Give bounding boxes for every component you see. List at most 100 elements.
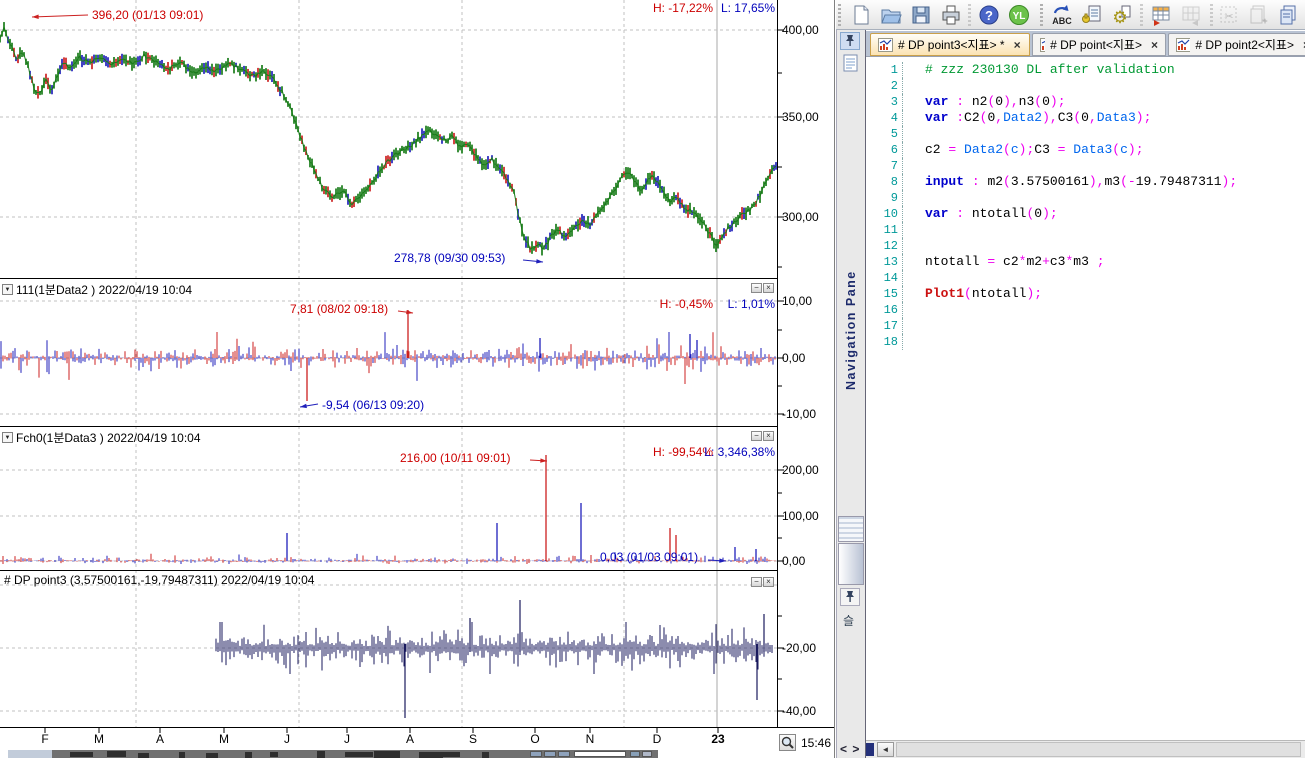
code-token: : (956, 110, 964, 125)
scrollbar-thumb[interactable] (896, 742, 1301, 757)
panel3-title: Fch0(1분Data3 ) 2022/04/19 10:04 (16, 429, 201, 446)
taskbar-item (270, 752, 279, 757)
code-token (964, 174, 972, 189)
chart-canvas[interactable] (0, 0, 834, 758)
code-token: Data3 (1073, 142, 1112, 157)
chart-workspace[interactable]: H: -17,22% L: 17,65% 396,20 (01/13 09:01… (0, 0, 835, 758)
code-token: var (925, 94, 948, 109)
x-axis-label: O (522, 732, 548, 746)
x-axis-label: 23 (705, 732, 731, 746)
open-file-button[interactable] (878, 2, 904, 28)
panel2-minimize-button[interactable]: − (751, 283, 762, 293)
code-line-15: Plot1(ntotall); (925, 286, 1042, 302)
code-token: ), (1089, 174, 1105, 189)
tab-close-button[interactable]: × (1151, 38, 1158, 52)
data-table-button[interactable] (1148, 2, 1174, 28)
code-token: ); (1128, 142, 1144, 157)
code-token: , (995, 110, 1003, 125)
tab-label: # DP point2<지표> (1195, 36, 1294, 53)
x-axis-label: J (334, 732, 360, 746)
x-axis-label: A (397, 732, 423, 746)
panel1-high-label: H: -17,22% (555, 1, 713, 15)
editor-tab-1[interactable]: # DP point3<지표> *× (870, 33, 1030, 56)
panel4-minimize-button[interactable]: − (751, 577, 762, 587)
panel3-minimize-button[interactable]: − (751, 431, 762, 441)
code-token: m2 (1026, 254, 1042, 269)
panel3-high-label: H: -99,54% (555, 445, 713, 459)
chart-script-icon (1176, 38, 1190, 52)
panel3-dropdown-icon[interactable]: ▼ (2, 432, 13, 443)
svg-text:?: ? (985, 8, 993, 23)
y-tick-label: 100,00 (782, 509, 832, 523)
save-icon (909, 3, 933, 27)
y-tick-label: 0,00 (782, 351, 832, 365)
tab-close-button[interactable]: × (1014, 38, 1021, 52)
scroll-left-button[interactable]: ◄ (877, 742, 894, 757)
taskbar-item (544, 751, 556, 757)
y-tick-label: 350,00 (782, 110, 832, 124)
document-pane-icon[interactable] (843, 54, 859, 75)
zoom-magnifier-button[interactable] (779, 734, 796, 751)
docked-pane-tab-label[interactable]: 슬 (843, 612, 854, 629)
copy-pages-button[interactable] (1276, 2, 1302, 28)
code-token: ); (1026, 286, 1042, 301)
function-keys-button[interactable] (1078, 2, 1104, 28)
editor-tab-3[interactable]: # DP point2<지표>× (1168, 33, 1305, 56)
toolbar-separator (1140, 4, 1143, 26)
code-token: : (956, 206, 972, 221)
code-token: = (987, 254, 1003, 269)
new-document-button[interactable] (848, 2, 874, 28)
splitter-grip[interactable] (838, 516, 864, 542)
y-tick-label: 0,00 (782, 554, 832, 568)
print-button[interactable] (938, 2, 964, 28)
taskbar-item (374, 751, 399, 757)
line-number: 12 (866, 238, 903, 254)
code-token: m2 (987, 174, 1003, 189)
pin-button-bottom[interactable] (840, 588, 860, 606)
editor-tab-2[interactable]: # DP point<지표>× (1032, 33, 1166, 56)
toolbar-grip[interactable] (838, 4, 841, 26)
x-axis-label: D (644, 732, 670, 746)
panel2-close-button[interactable]: × (763, 283, 774, 293)
line-number: 8 (866, 174, 903, 190)
y-tick-label: 400,00 (782, 23, 832, 37)
splitter-thumb[interactable] (838, 543, 864, 585)
code-editor-area[interactable]: 1# zzz 230130 DL after validation23var :… (866, 57, 1305, 740)
save-button[interactable] (908, 2, 934, 28)
help-button[interactable]: ? (976, 2, 1002, 28)
taskbar-item (530, 751, 542, 757)
panel4-close-button[interactable]: × (763, 577, 774, 587)
line-number: 14 (866, 270, 903, 286)
code-token: 0 (1081, 110, 1089, 125)
yl-logo-button[interactable]: YL (1006, 2, 1032, 28)
copy-pages-icon (1277, 3, 1301, 27)
code-token: ( (1003, 174, 1011, 189)
code-token: m3 (1104, 174, 1120, 189)
panel2-high-annotation: 7,81 (08/02 09:18) (290, 302, 388, 316)
code-token: = (1058, 142, 1074, 157)
panel3-low-annotation: 0,03 (01/03 09:01) (600, 550, 698, 564)
trading-app-window: H: -17,22% L: 17,65% 396,20 (01/13 09:01… (0, 0, 1305, 758)
panel4-title: # DP point3 (3,57500161,-19,79487311) 20… (4, 573, 314, 587)
compile-settings-button[interactable]: ⚙ (1108, 2, 1134, 28)
toolbar-grip[interactable] (1040, 4, 1043, 26)
code-token: C2 (964, 110, 980, 125)
panel3-close-button[interactable]: × (763, 431, 774, 441)
x-axis-label: S (460, 732, 486, 746)
panel1-low-label: L: 17,65% (700, 1, 775, 15)
taskbar-item (245, 752, 251, 758)
pane-collapse-chevrons[interactable]: < > (840, 742, 860, 756)
panel2-dropdown-icon[interactable]: ▼ (2, 284, 13, 295)
pin-button-top[interactable] (840, 32, 860, 50)
editor-horizontal-scrollbar[interactable]: ◄ (866, 740, 1305, 758)
data-table-export-button (1178, 2, 1204, 28)
svg-text:ABC: ABC (1052, 16, 1072, 26)
code-token: = (948, 142, 964, 157)
code-token: ( (1112, 142, 1120, 157)
line-number: 3 (866, 94, 903, 110)
bottom-taskbar-strip[interactable] (8, 750, 658, 758)
code-token: c2 (925, 142, 948, 157)
spell-check-button[interactable]: ABC (1048, 2, 1074, 28)
y-tick-label: 10,00 (782, 294, 832, 308)
navigation-pane-label[interactable]: Navigation Pane (844, 200, 858, 390)
